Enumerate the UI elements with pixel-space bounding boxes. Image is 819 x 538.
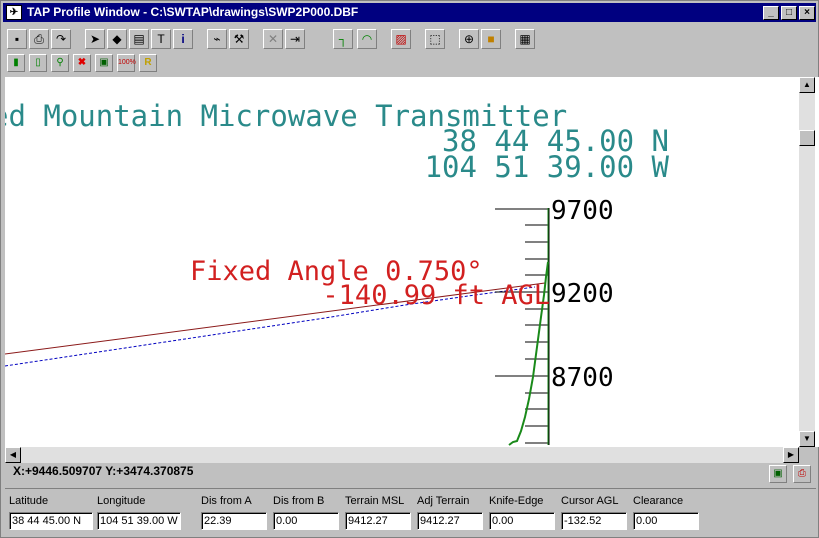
dis-from-b-value[interactable]: 0.00 (273, 512, 339, 530)
site-b-icon[interactable]: ▯ (29, 54, 47, 72)
page-icon[interactable]: ▤ (129, 29, 149, 49)
vertical-scroll-thumb[interactable] (799, 130, 815, 146)
scroll-up-button[interactable]: ▲ (799, 77, 815, 93)
cross-icon[interactable]: ✖ (73, 54, 91, 72)
agl-text: -140.99 ft AGL (322, 280, 550, 311)
tap-profile-window: ✈ TAP Profile Window - C:\SWTAP\drawings… (0, 0, 819, 538)
maximize-button[interactable]: □ (781, 6, 797, 20)
window-title: TAP Profile Window - C:\SWTAP\drawings\S… (27, 5, 359, 19)
adj-terrain-label: Adj Terrain (417, 495, 470, 507)
delete-icon[interactable]: ✕ (263, 29, 283, 49)
info-icon[interactable]: i (173, 29, 193, 49)
latitude-value[interactable]: 38 44 45.00 N (9, 512, 93, 530)
minimize-button[interactable]: _ (763, 6, 779, 20)
map-icon[interactable]: ▣ (95, 54, 113, 72)
scroll-left-button[interactable]: ◀ (5, 447, 21, 463)
title-bar[interactable]: ✈ TAP Profile Window - C:\SWTAP\drawings… (3, 3, 816, 22)
print-view-icon[interactable]: ⎙ (793, 465, 811, 483)
text-icon[interactable]: T (151, 29, 171, 49)
search-icon[interactable]: ⚲ (51, 54, 69, 72)
profile-drawing: ed Mountain Microwave Transmitter 38 44 … (5, 99, 670, 446)
scale-100-icon[interactable]: 100% (117, 54, 136, 72)
latitude-label: Latitude (9, 495, 49, 507)
knife-edge-value[interactable]: 0.00 (489, 512, 555, 530)
scroll-corner (799, 447, 815, 463)
site-longitude-text: 104 51 39.00 W (425, 150, 670, 184)
scale-ticks (525, 224, 549, 444)
color-icon[interactable]: ■ (481, 29, 501, 49)
app-icon[interactable]: ✈ (6, 5, 22, 20)
profile-canvas[interactable]: ed Mountain Microwave Transmitter 38 44 … (5, 77, 819, 447)
dis-from-a-label: Dis from A (201, 495, 252, 507)
fresnel-icon[interactable]: ◠ (357, 29, 377, 49)
cursor-agl-value[interactable]: -132.52 (561, 512, 627, 530)
save-icon[interactable]: ▪ (7, 29, 27, 49)
crosshair-icon[interactable]: ⊕ (459, 29, 479, 49)
horizontal-scrollbar[interactable]: ◀ ▶ (5, 447, 799, 463)
elevation-label-9700: 9700 (551, 196, 614, 226)
longitude-label: Longitude (97, 495, 146, 507)
terrain-msl-value[interactable]: 9412.27 (345, 512, 411, 530)
fill-icon[interactable]: ◆ (107, 29, 127, 49)
status-panel: Latitude 38 44 45.00 N Longitude 104 51 … (5, 488, 816, 535)
dis-from-a-value[interactable]: 22.39 (201, 512, 267, 530)
print-icon[interactable]: ⎙ (29, 29, 49, 49)
map-view-icon[interactable]: ▣ (769, 465, 787, 483)
measure-icon[interactable]: ⌁ (207, 29, 227, 49)
export-icon[interactable]: ⇥ (285, 29, 305, 49)
clearance-label: Clearance (633, 495, 684, 507)
bracket-icon[interactable]: ┐ (333, 29, 353, 49)
pointer-icon[interactable]: ➤ (85, 29, 105, 49)
hatch-icon[interactable]: ▨ (391, 29, 411, 49)
scroll-down-button[interactable]: ▼ (799, 431, 815, 447)
wrench-icon[interactable]: ⚒ (229, 29, 249, 49)
secondary-toolbar: ▮ ▯ ⚲ ✖ ▣ 100% R (3, 52, 816, 76)
cursor-coordinates: X:+9446.509707 Y:+3474.370875 (13, 464, 194, 478)
site-a-icon[interactable]: ▮ (7, 54, 25, 72)
cursor-agl-label: Cursor AGL (561, 495, 619, 507)
clearance-value[interactable]: 0.00 (633, 512, 699, 530)
longitude-value[interactable]: 104 51 39.00 W (97, 512, 181, 530)
close-button[interactable]: × (799, 6, 815, 20)
adj-terrain-value[interactable]: 9412.27 (417, 512, 483, 530)
scroll-right-button[interactable]: ▶ (783, 447, 799, 463)
elevation-label-9200: 9200 (551, 279, 614, 309)
grid-icon[interactable]: ▦ (515, 29, 535, 49)
reflect-icon[interactable]: R (139, 54, 157, 72)
knife-edge-label: Knife-Edge (489, 495, 544, 507)
redo-icon[interactable]: ↷ (51, 29, 71, 49)
elevation-label-8700: 8700 (551, 363, 614, 393)
dis-from-b-label: Dis from B (273, 495, 325, 507)
main-toolbar: ▪ ⎙ ↷ ➤ ◆ ▤ T i ⌁ ⚒ ✕ ⇥ ┐ ◠ ▨ ⬚ ⊕ ■ ▦ (3, 27, 816, 51)
terrain-msl-label: Terrain MSL (345, 495, 405, 507)
vertical-scrollbar[interactable]: ▲ ▼ (799, 77, 815, 447)
zoom-box-icon[interactable]: ⬚ (425, 29, 445, 49)
